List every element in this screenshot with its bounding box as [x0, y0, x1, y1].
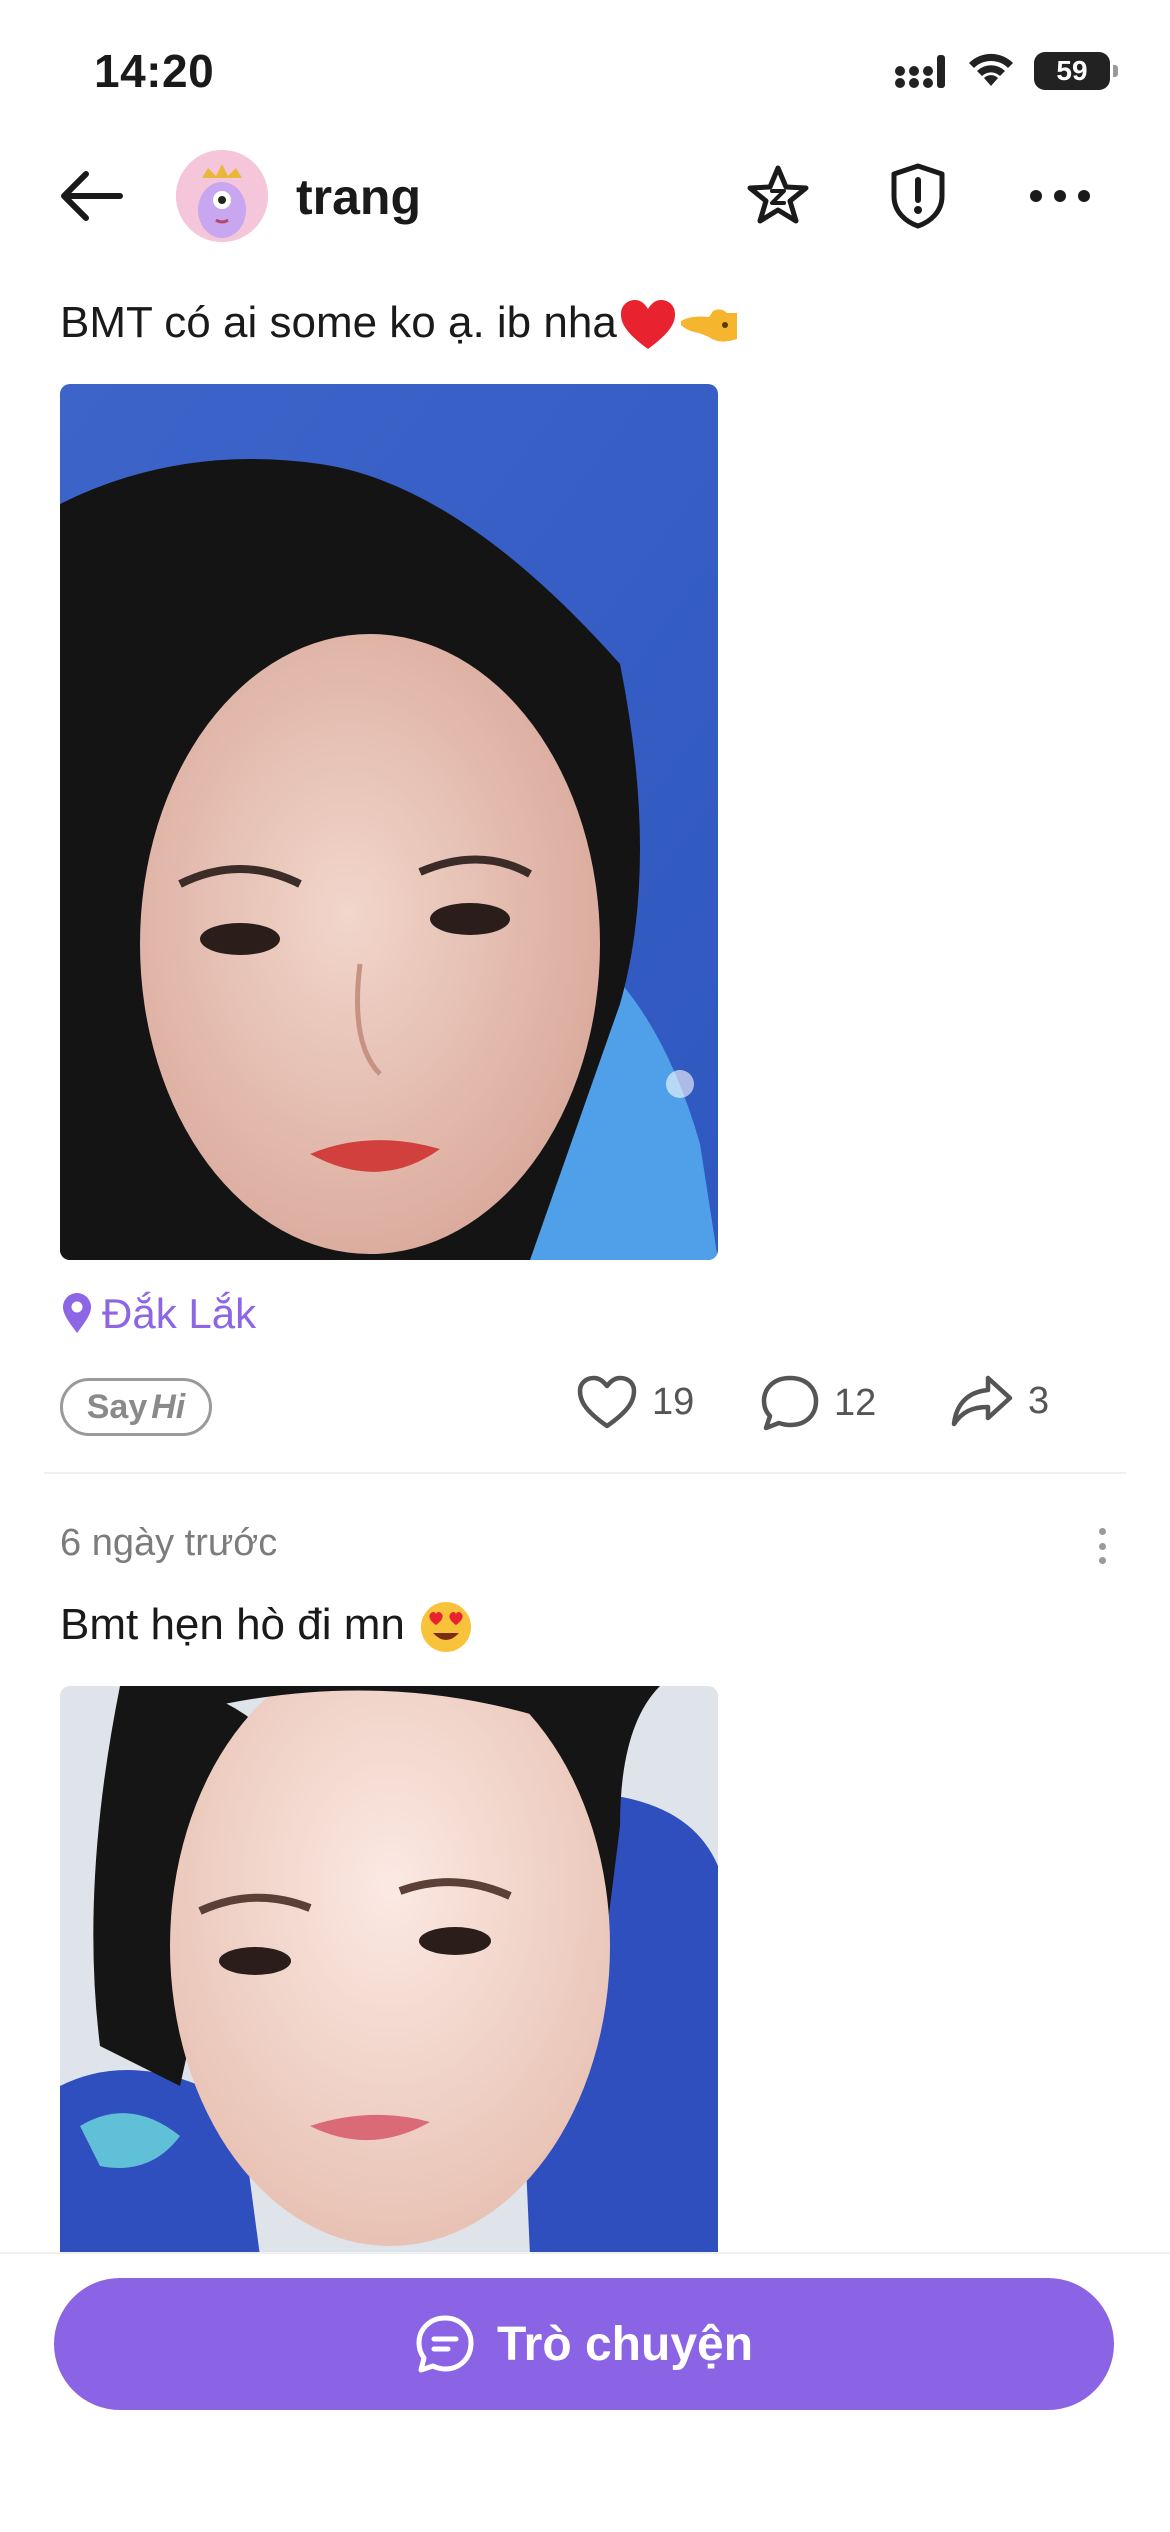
more-vertical-dot: [1098, 1557, 1106, 1564]
favorite-button[interactable]: [740, 158, 816, 234]
post-photo[interactable]: [60, 384, 718, 1260]
bottom-bar: Trò chuyện: [0, 2252, 1170, 2532]
share-button[interactable]: 3: [950, 1374, 1049, 1428]
battery-icon: 59: [1034, 52, 1118, 90]
share-count: 3: [1028, 1379, 1050, 1422]
chat-bubble-icon: [416, 2315, 474, 2373]
comment-bubble-icon: [761, 1375, 819, 1431]
more-vertical-dot: [1098, 1542, 1106, 1550]
like-count: 19: [652, 1380, 695, 1423]
status-bar: 14:20 59: [0, 0, 1170, 140]
status-time: 14:20: [94, 45, 215, 97]
pointing-hand-emoji-icon: [680, 309, 737, 342]
status-icons: 59: [894, 52, 1118, 90]
say-hi-button[interactable]: Say Hi: [60, 1378, 212, 1436]
avatar-image: [176, 150, 268, 242]
battery-level: 59: [1056, 55, 1088, 86]
post-photo[interactable]: [60, 1686, 718, 2256]
heart-eyes-emoji-icon: [421, 1602, 472, 1653]
post-more-button[interactable]: [1082, 1524, 1122, 1568]
shield-alert-icon: [891, 163, 945, 229]
comment-count: 12: [834, 1381, 877, 1424]
like-button[interactable]: 19: [576, 1374, 694, 1430]
heart-outline-icon: [577, 1375, 637, 1429]
cellular-signal-icon: [895, 55, 945, 88]
back-button[interactable]: [56, 160, 128, 232]
post-location[interactable]: Đắk Lắk: [60, 1290, 256, 1338]
post-caption-text: Bmt hẹn hò đi mn: [60, 1600, 405, 1649]
avatar[interactable]: [176, 150, 268, 242]
heart-emoji-icon: [620, 300, 675, 350]
post-timestamp: 6 ngày trước: [60, 1522, 278, 1564]
chat-button[interactable]: Trò chuyện: [54, 2278, 1114, 2410]
post-caption: BMT có ai some ko ạ. ib nha: [60, 298, 737, 351]
star-icon: [747, 165, 809, 224]
more-horizontal-icon: [1030, 190, 1090, 202]
wifi-icon: [969, 53, 1013, 86]
profile-header: trang: [0, 140, 1170, 250]
more-vertical-icon: [1098, 1528, 1106, 1535]
share-arrow-icon: [951, 1375, 1013, 1427]
location-label: Đắk Lắk: [102, 1290, 257, 1337]
location-pin-icon: [63, 1293, 91, 1333]
selfie-photo: [60, 384, 718, 1260]
post-caption-text: BMT có ai some ko ạ. ib nha: [60, 298, 617, 347]
report-button[interactable]: [880, 158, 956, 234]
say-hi-say: Say: [86, 1387, 148, 1426]
post-divider: [44, 1472, 1126, 1474]
arrow-left-icon: [61, 171, 123, 221]
selfie-photo: [60, 1686, 718, 2256]
post-caption: Bmt hẹn hò đi mn: [60, 1600, 473, 1654]
profile-username[interactable]: trang: [296, 168, 421, 226]
say-hi-hi: Hi: [151, 1387, 186, 1426]
comment-button[interactable]: 12: [760, 1374, 876, 1432]
more-options-button[interactable]: [1022, 158, 1098, 234]
chat-button-label: Trò chuyện: [496, 2317, 754, 2371]
